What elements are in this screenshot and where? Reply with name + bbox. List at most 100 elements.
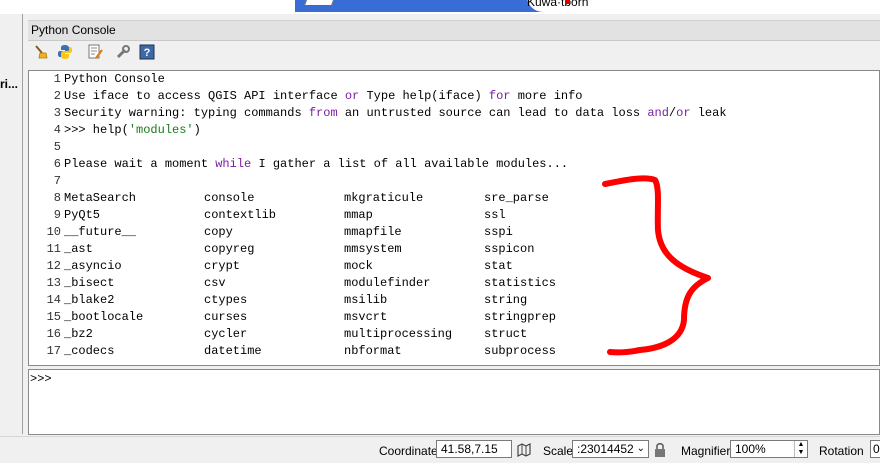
line-number: 2 bbox=[53, 89, 61, 103]
line-number: 3 bbox=[53, 106, 61, 120]
module-name: ssl bbox=[484, 208, 506, 222]
line-number: 8 bbox=[53, 191, 61, 205]
python-console-dock: Python Console ? 1 Python Console 2 Use … bbox=[24, 14, 880, 435]
module-name: MetaSearch bbox=[64, 191, 137, 205]
line-number: 12 bbox=[46, 259, 61, 273]
console-line: 13 _bisect csv modulefinder statistics bbox=[29, 275, 556, 292]
line-number: 5 bbox=[53, 140, 61, 154]
module-name: copy bbox=[204, 225, 233, 239]
coordinate-field[interactable]: 41.58,7.15 bbox=[436, 440, 512, 458]
red-brace-annotation bbox=[602, 175, 711, 356]
map-canvas-strip[interactable]: Kuwa·tborn bbox=[0, 0, 880, 14]
module-name: _blake2 bbox=[64, 293, 115, 307]
settings-button[interactable] bbox=[113, 42, 133, 62]
module-name: cycler bbox=[204, 327, 248, 341]
console-output-editor[interactable]: 1 Python Console 2 Use iface to access QGI… bbox=[28, 70, 880, 366]
module-name: console bbox=[204, 191, 255, 205]
line-number: 11 bbox=[46, 242, 61, 256]
module-name: _asyncio bbox=[64, 259, 122, 273]
map-feature bbox=[303, 0, 337, 6]
line-number: 14 bbox=[46, 293, 61, 307]
map-point-marker bbox=[565, 0, 570, 4]
module-name: _bootlocale bbox=[64, 310, 144, 324]
dock-title-bar[interactable]: Python Console bbox=[28, 20, 880, 41]
scale-value: :23014452 bbox=[577, 442, 634, 456]
spin-arrows-icon[interactable]: ▲ ▼ bbox=[794, 441, 807, 457]
console-input[interactable]: >>> bbox=[28, 369, 880, 435]
console-line: 1 Python Console bbox=[29, 71, 165, 88]
module-name: sre_parse bbox=[484, 191, 549, 205]
chevron-down-icon: ⌄ bbox=[636, 443, 645, 454]
console-line: 15 _bootlocale curses msvcrt stringprep bbox=[29, 309, 556, 326]
left-side-panel: ri... bbox=[0, 14, 23, 434]
console-line: 17 _codecs datetime nbformat subprocess bbox=[29, 343, 556, 360]
console-line: 8 MetaSearch console mkgraticule sre_parse bbox=[29, 190, 549, 207]
module-name: stringprep bbox=[484, 310, 557, 324]
wrench-icon bbox=[116, 45, 130, 59]
module-name: string bbox=[484, 293, 528, 307]
module-name: sspicon bbox=[484, 242, 535, 256]
show-editor-button[interactable] bbox=[85, 42, 105, 62]
svg-text:?: ? bbox=[144, 47, 151, 59]
module-name: sspi bbox=[484, 225, 513, 239]
module-name: multiprocessing bbox=[344, 327, 453, 341]
module-name: __future__ bbox=[64, 225, 137, 239]
module-name: stat bbox=[484, 259, 513, 273]
console-line: 10 __future__ copy mmapfile sspi bbox=[29, 224, 513, 241]
module-name: struct bbox=[484, 327, 528, 341]
console-text: Use iface to access QGIS API interface o… bbox=[64, 89, 583, 103]
editor-icon bbox=[88, 44, 103, 59]
module-name: msilib bbox=[344, 293, 388, 307]
dock-title: Python Console bbox=[31, 23, 116, 37]
rotation-label: Rotation bbox=[819, 444, 864, 458]
help-button[interactable]: ? bbox=[137, 42, 157, 62]
clear-console-button[interactable] bbox=[31, 42, 51, 62]
module-name: subprocess bbox=[484, 344, 557, 358]
magnifier-value: 100% bbox=[735, 442, 766, 456]
module-name: mmapfile bbox=[344, 225, 402, 239]
truncated-panel-text: ri... bbox=[0, 77, 19, 91]
line-number: 4 bbox=[53, 123, 61, 137]
console-line: 3 Security warning: typing commands from … bbox=[29, 105, 727, 122]
module-name: csv bbox=[204, 276, 226, 290]
console-text: Please wait a moment while I gather a li… bbox=[64, 157, 569, 171]
module-name: curses bbox=[204, 310, 248, 324]
module-name: _bisect bbox=[64, 276, 115, 290]
run-command-button[interactable] bbox=[55, 42, 75, 62]
line-number: 7 bbox=[53, 174, 61, 188]
lock-icon[interactable] bbox=[653, 442, 667, 461]
map-label: Kuwa·tborn bbox=[527, 0, 589, 9]
line-number: 6 bbox=[53, 157, 61, 171]
module-name: msvcrt bbox=[344, 310, 388, 324]
console-line: 11 _ast copyreg mmsystem sspicon bbox=[29, 241, 535, 258]
console-line: 14 _blake2 ctypes msilib string bbox=[29, 292, 528, 309]
rotation-value: 0 bbox=[873, 442, 880, 456]
console-line: 7 bbox=[29, 173, 61, 190]
module-name: contextlib bbox=[204, 208, 277, 222]
rotation-field[interactable]: 0 bbox=[870, 440, 880, 458]
scale-combobox[interactable]: :23014452 ⌄ bbox=[572, 440, 649, 458]
module-name: _bz2 bbox=[64, 327, 93, 341]
console-line: 6 Please wait a moment while I gather a l… bbox=[29, 156, 568, 173]
line-number: 10 bbox=[46, 225, 61, 239]
module-name: mkgraticule bbox=[344, 191, 424, 205]
coordinate-value: 41.58,7.15 bbox=[441, 442, 498, 456]
magnifier-label: Magnifier bbox=[681, 444, 731, 458]
module-name: ctypes bbox=[204, 293, 248, 307]
console-line: 12 _asyncio crypt mock stat bbox=[29, 258, 513, 275]
console-text: Python Console bbox=[64, 72, 165, 86]
python-icon bbox=[58, 45, 72, 59]
toggle-extents-icon[interactable] bbox=[516, 442, 532, 461]
line-number: 1 bbox=[53, 72, 61, 86]
console-toolbar: ? bbox=[28, 41, 878, 63]
console-text: Security warning: typing commands from a… bbox=[64, 106, 727, 120]
status-bar: Coordinate 41.58,7.15 Scale :23014452 ⌄ M… bbox=[0, 436, 880, 463]
module-name: nbformat bbox=[344, 344, 402, 358]
scale-label: Scale bbox=[543, 444, 574, 458]
input-prompt: >>> bbox=[30, 372, 52, 386]
magnifier-spinbox[interactable]: 100% ▲ ▼ bbox=[730, 440, 808, 458]
console-line: 5 bbox=[29, 139, 61, 156]
module-name: _codecs bbox=[64, 344, 115, 358]
module-name: mmsystem bbox=[344, 242, 402, 256]
module-name: modulefinder bbox=[344, 276, 431, 290]
